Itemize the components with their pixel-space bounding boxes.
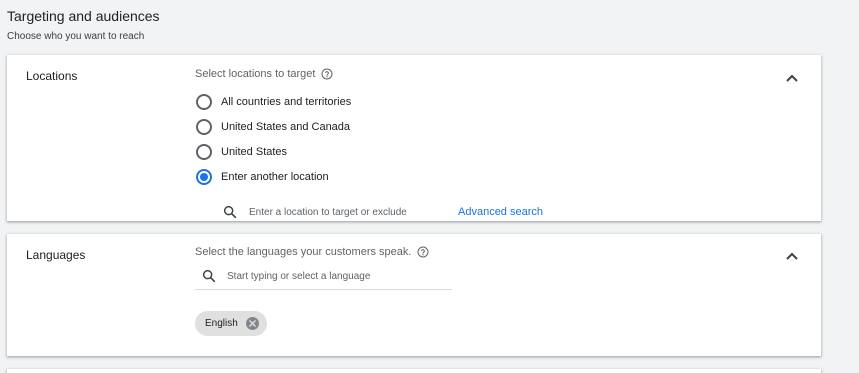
remove-chip-button[interactable] xyxy=(245,317,259,330)
locations-title: Locations xyxy=(26,69,78,83)
page-subtitle: Choose who you want to reach xyxy=(7,31,145,42)
search-icon xyxy=(223,205,237,219)
page-title: Targeting and audiences xyxy=(7,8,160,24)
locations-card: Locations Select locations to target All… xyxy=(7,55,821,221)
location-option-all[interactable]: All countries and territories xyxy=(196,89,351,114)
advanced-search-link[interactable]: Advanced search xyxy=(458,206,543,218)
radio-label: United States and Canada xyxy=(221,120,351,133)
languages-label-text: Select the languages your customers spea… xyxy=(195,246,412,258)
page: Targeting and audiences Choose who you w… xyxy=(0,0,859,373)
chevron-up-icon xyxy=(786,74,798,82)
location-options: All countries and territories United Sta… xyxy=(196,89,351,189)
help-icon[interactable] xyxy=(417,246,429,258)
language-search xyxy=(195,263,452,290)
languages-label: Select the languages your customers spea… xyxy=(195,246,429,258)
radio-button[interactable] xyxy=(196,93,212,110)
radio-button[interactable] xyxy=(196,118,212,135)
close-icon xyxy=(248,320,256,327)
collapse-locations-button[interactable] xyxy=(785,71,799,85)
locations-label: Select locations to target xyxy=(195,68,333,80)
languages-title: Languages xyxy=(26,248,86,262)
location-option-other[interactable]: Enter another location xyxy=(196,164,351,189)
locations-label-text: Select locations to target xyxy=(195,68,316,80)
language-search-input[interactable] xyxy=(227,270,427,282)
radio-button-selected[interactable] xyxy=(196,168,212,185)
search-icon xyxy=(202,269,216,283)
language-chip-english[interactable]: English xyxy=(195,311,267,336)
collapse-languages-button[interactable] xyxy=(785,249,799,263)
chevron-up-icon xyxy=(786,252,798,260)
next-card xyxy=(7,369,821,373)
languages-card: Languages Select the languages your cust… xyxy=(7,234,821,356)
radio-label: Enter another location xyxy=(221,170,329,183)
chip-label: English xyxy=(205,318,238,329)
location-option-us[interactable]: United States xyxy=(196,139,351,164)
help-icon[interactable] xyxy=(321,68,333,80)
location-option-us-canada[interactable]: United States and Canada xyxy=(196,114,351,139)
radio-label: All countries and territories xyxy=(221,95,352,108)
radio-label: United States xyxy=(221,145,288,158)
section-header: Targeting and audiences Choose who you w… xyxy=(7,8,160,43)
location-search xyxy=(222,204,449,220)
location-search-input[interactable] xyxy=(249,206,449,218)
radio-button[interactable] xyxy=(196,143,212,160)
